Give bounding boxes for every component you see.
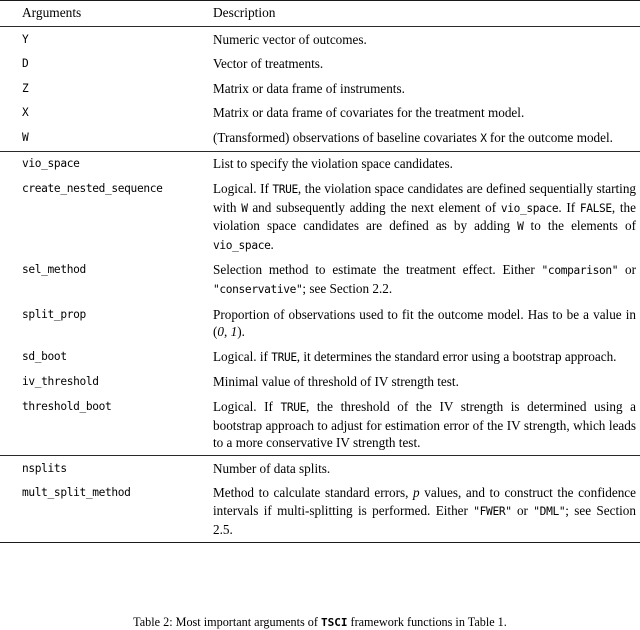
description-text: Matrix or data frame of covariates for t…	[213, 105, 525, 121]
table-caption: Table 2: Most important arguments of TSC…	[0, 614, 640, 630]
column-header-arguments: Arguments	[22, 5, 82, 20]
table-row: nsplits Number of data splits.	[0, 456, 640, 481]
argument-description: (Transformed) observations of baseline c…	[209, 125, 640, 151]
table-row: split_prop Proportion of observations use…	[0, 302, 640, 344]
caption-text-before-code: Most important arguments of	[172, 615, 321, 629]
table-bottom-rule	[0, 541, 640, 543]
table-header-row: Arguments Description	[0, 1, 640, 27]
argument-name: split_prop	[22, 307, 86, 321]
table-row: D Vector of treatments.	[0, 52, 640, 77]
description-text: Logical. If TRUE, the threshold of the I…	[213, 399, 637, 451]
document-page: Arguments Description Y Numeric vector of o…	[0, 0, 640, 630]
description-text: List to specify the violation space cand…	[213, 156, 453, 172]
description-text: Vector of treatments.	[213, 56, 324, 72]
argument-description: List to specify the violation space cand…	[209, 152, 640, 177]
description-text: Proportion of observations used to fit t…	[213, 306, 636, 340]
column-header-description: Description	[213, 5, 276, 20]
argument-name: Z	[22, 81, 29, 95]
table-row: sd_boot Logical. if TRUE, it determines t…	[0, 344, 640, 370]
argument-description: Selection method to estimate the treatme…	[209, 258, 640, 302]
argument-name: X	[22, 106, 29, 120]
arguments-table: Arguments Description Y Numeric vector of o…	[0, 0, 640, 543]
table-row: iv_threshold Minimal value of threshold o…	[0, 370, 640, 395]
description-text: Minimal value of threshold of IV strengt…	[213, 374, 459, 390]
caption-text-after-code: framework functions in Table 1.	[347, 615, 507, 629]
description-text: Number of data splits.	[213, 460, 331, 476]
caption-code: TSCI	[320, 616, 348, 629]
argument-name: W	[22, 130, 29, 144]
table-row: create_nested_sequence Logical. If TRUE, …	[0, 177, 640, 258]
table-row: vio_space List to specify the violation s…	[0, 152, 640, 177]
argument-description: Logical. if TRUE, it determines the stan…	[209, 344, 640, 370]
table-body: Arguments Description Y Numeric vector of o…	[0, 0, 640, 543]
argument-name: nsplits	[22, 461, 67, 475]
argument-description: Proportion of observations used to fit t…	[209, 302, 640, 344]
description-text: Numeric vector of outcomes.	[213, 31, 367, 47]
argument-description: Logical. If TRUE, the threshold of the I…	[209, 395, 640, 456]
argument-name: mult_split_method	[22, 486, 131, 500]
argument-description: Minimal value of threshold of IV strengt…	[209, 370, 640, 395]
argument-description: Logical. If TRUE, the violation space ca…	[209, 177, 640, 258]
argument-name: Y	[22, 32, 29, 46]
table-bottom-rule-line	[0, 541, 640, 543]
argument-description: Method to calculate standard errors, p v…	[209, 481, 640, 542]
description-text: Matrix or data frame of instruments.	[213, 80, 405, 96]
argument-description: Numeric vector of outcomes.	[209, 27, 640, 52]
argument-name: vio_space	[22, 157, 80, 171]
argument-name: sel_method	[22, 263, 86, 277]
argument-name: iv_threshold	[22, 375, 99, 389]
argument-name: D	[22, 57, 29, 71]
table-row: Y Numeric vector of outcomes.	[0, 27, 640, 52]
argument-name: sd_boot	[22, 349, 67, 363]
table-row: Z Matrix or data frame of instruments.	[0, 76, 640, 101]
argument-description: Vector of treatments.	[209, 52, 640, 77]
description-text: Selection method to estimate the treatme…	[213, 262, 636, 297]
table-row: sel_method Selection method to estimate t…	[0, 258, 640, 302]
argument-description: Matrix or data frame of covariates for t…	[209, 101, 640, 126]
caption-prefix: Table 2:	[133, 615, 173, 629]
table-row: threshold_boot Logical. If TRUE, the thre…	[0, 395, 640, 456]
description-text: Method to calculate standard errors, p v…	[213, 485, 636, 537]
description-text: (Transformed) observations of baseline c…	[213, 129, 613, 145]
argument-name: create_nested_sequence	[22, 182, 163, 196]
table-row: W (Transformed) observations of baseline …	[0, 125, 640, 151]
table-row: X Matrix or data frame of covariates for …	[0, 101, 640, 126]
argument-description: Matrix or data frame of instruments.	[209, 76, 640, 101]
table-row: mult_split_method Method to calculate sta…	[0, 481, 640, 542]
argument-name: threshold_boot	[22, 400, 112, 413]
description-text: Logical. if TRUE, it determines the stan…	[213, 348, 617, 364]
argument-description: Number of data splits.	[209, 456, 640, 481]
description-text: Logical. If TRUE, the violation space ca…	[213, 181, 637, 252]
